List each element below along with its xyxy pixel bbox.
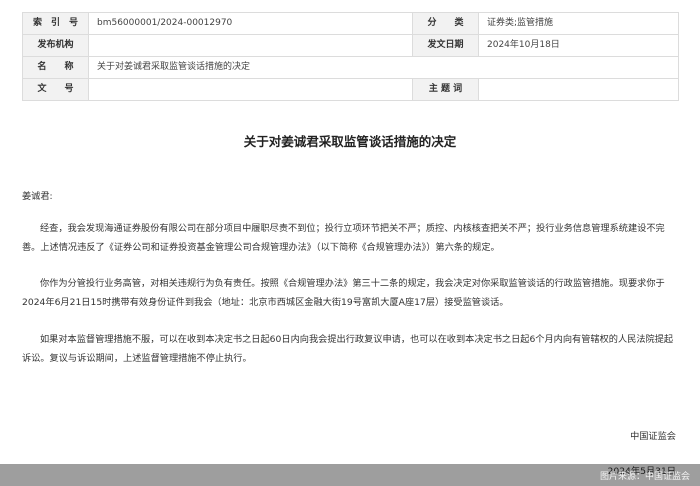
document-title: 关于对姜诚君采取监管谈话措施的决定 xyxy=(243,134,457,149)
issue-date-value: 2024年10月18日 xyxy=(478,34,679,57)
index-number-value: bm56000001/2024-00012970 xyxy=(88,12,413,35)
doc-number-value xyxy=(88,78,413,101)
metadata-row-index: 索 引 号 bm56000001/2024-00012970 分 类 证券类;监… xyxy=(22,12,679,35)
metadata-row-issuer: 发布机构 发文日期 2024年10月18日 xyxy=(22,34,679,57)
doc-name-value: 关于对姜诚君采取监管谈话措施的决定 xyxy=(88,56,679,79)
body-paragraph: 经查，我会发现海通证券股份有限公司在部分项目中履职尽责不到位；投行立项环节把关不… xyxy=(22,223,665,253)
signing-authority: 中国证监会 xyxy=(630,431,676,442)
issuer-label: 发布机构 xyxy=(22,34,89,57)
image-credit: 图片来源：中国证监会 xyxy=(599,472,690,482)
salutation: 姜诚君: xyxy=(22,191,53,202)
issuer-value xyxy=(88,34,413,57)
metadata-row-docno: 文 号 主 题 词 xyxy=(22,78,679,101)
issue-date-label: 发文日期 xyxy=(412,34,479,57)
body-paragraph: 你作为分管投行业务高管，对相关违规行为负有责任。按照《合规管理办法》第三十二条的… xyxy=(22,278,665,308)
doc-name-label: 名 称 xyxy=(22,56,89,79)
body-paragraph: 如果对本监督管理措施不服，可以在收到本决定书之日起60日内向我会提出行政复议申请… xyxy=(22,334,674,364)
category-label: 分 类 xyxy=(412,12,479,35)
document-metadata-table: 索 引 号 bm56000001/2024-00012970 分 类 证券类;监… xyxy=(22,12,679,101)
metadata-row-name: 名 称 关于对姜诚君采取监管谈话措施的决定 xyxy=(22,56,679,79)
image-credit-bar xyxy=(0,464,700,486)
subject-words-value xyxy=(478,78,679,101)
category-value: 证券类;监管措施 xyxy=(478,12,679,35)
subject-words-label: 主 题 词 xyxy=(412,78,479,101)
index-number-label: 索 引 号 xyxy=(22,12,89,35)
doc-number-label: 文 号 xyxy=(22,78,89,101)
